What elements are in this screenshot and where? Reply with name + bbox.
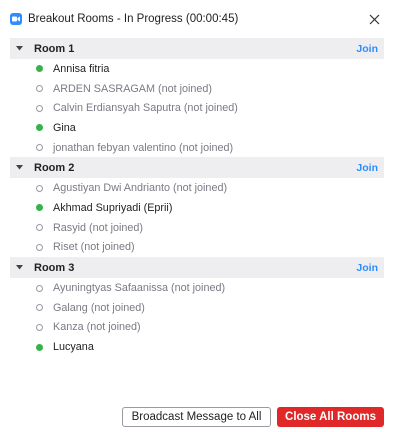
not-joined-status-circle-icon	[36, 323, 43, 331]
participant-name: Lucyana	[53, 341, 94, 354]
not-joined-status-circle-icon	[36, 104, 43, 112]
not-joined-status-circle-icon	[36, 144, 43, 152]
participant-row: Kanza (not joined)	[10, 318, 384, 338]
participant-row: jonathan febyan valentino (not joined)	[10, 138, 384, 158]
participant-name: Annisa fitria	[53, 62, 110, 75]
close-icon[interactable]	[364, 9, 384, 29]
joined-status-dot-icon	[36, 204, 43, 212]
participant-row: Riset (not joined)	[10, 238, 384, 258]
participant-row: Calvin Erdiansyah Saputra (not joined)	[10, 98, 384, 118]
not-joined-status-circle-icon	[36, 284, 43, 292]
room-header[interactable]: Room 2 Join	[10, 157, 384, 179]
join-room-link[interactable]: Join	[356, 162, 378, 174]
rooms-list: Room 1 Join Annisa fitria ARDEN SASRAGAM (n…	[10, 38, 384, 357]
participant-name: Riset (not joined)	[53, 241, 135, 254]
room-header[interactable]: Room 3 Join	[10, 257, 384, 279]
participant-name: Agustiyan Dwi Andrianto (not joined)	[53, 182, 228, 195]
room-name: Room 3	[34, 261, 75, 274]
participant-name: ARDEN SASRAGAM (not joined)	[53, 82, 213, 95]
joined-status-dot-icon	[36, 124, 43, 132]
footer: Broadcast Message to All Close All Rooms	[0, 402, 394, 432]
room-header[interactable]: Room 1 Join	[10, 38, 384, 59]
participant-name: Rasyid (not joined)	[53, 221, 144, 234]
room-name: Room 1	[34, 42, 75, 55]
participant-name: Galang (not joined)	[53, 301, 145, 314]
participant-name: Calvin Erdiansyah Saputra (not joined)	[53, 102, 238, 115]
joined-status-dot-icon	[36, 65, 43, 73]
participant-name: Gina	[53, 121, 76, 134]
not-joined-status-circle-icon	[36, 184, 43, 192]
participant-row: Ayuningtyas Safaanissa (not joined)	[10, 278, 384, 298]
participant-row: Akhmad Supriyadi (Eprii)	[10, 198, 384, 218]
participant-row: Galang (not joined)	[10, 298, 384, 318]
participant-row: Annisa fitria	[10, 59, 384, 79]
participant-row: ARDEN SASRAGAM (not joined)	[10, 79, 384, 99]
caret-down-icon[interactable]	[16, 46, 30, 51]
not-joined-status-circle-icon	[36, 224, 43, 232]
caret-down-icon[interactable]	[16, 165, 30, 170]
zoom-camera-icon	[10, 13, 22, 25]
participant-row: Gina	[10, 118, 384, 138]
window-title: Breakout Rooms - In Progress (00:00:45)	[28, 13, 239, 25]
join-room-link[interactable]: Join	[356, 262, 378, 274]
participant-row: Lucyana	[10, 337, 384, 357]
title-bar: Breakout Rooms - In Progress (00:00:45)	[0, 0, 394, 38]
not-joined-status-circle-icon	[36, 85, 43, 93]
close-all-rooms-button[interactable]: Close All Rooms	[277, 407, 384, 427]
caret-down-icon[interactable]	[16, 265, 30, 270]
participant-name: Akhmad Supriyadi (Eprii)	[53, 201, 173, 214]
joined-status-dot-icon	[36, 343, 43, 351]
room-name: Room 2	[34, 161, 75, 174]
participant-name: jonathan febyan valentino (not joined)	[53, 141, 234, 154]
not-joined-status-circle-icon	[36, 304, 43, 312]
not-joined-status-circle-icon	[36, 243, 43, 251]
participant-name: Kanza (not joined)	[53, 321, 141, 334]
participant-row: Agustiyan Dwi Andrianto (not joined)	[10, 178, 384, 198]
broadcast-message-button[interactable]: Broadcast Message to All	[122, 407, 271, 427]
participant-row: Rasyid (not joined)	[10, 218, 384, 238]
join-room-link[interactable]: Join	[356, 43, 378, 55]
participant-name: Ayuningtyas Safaanissa (not joined)	[53, 282, 226, 295]
